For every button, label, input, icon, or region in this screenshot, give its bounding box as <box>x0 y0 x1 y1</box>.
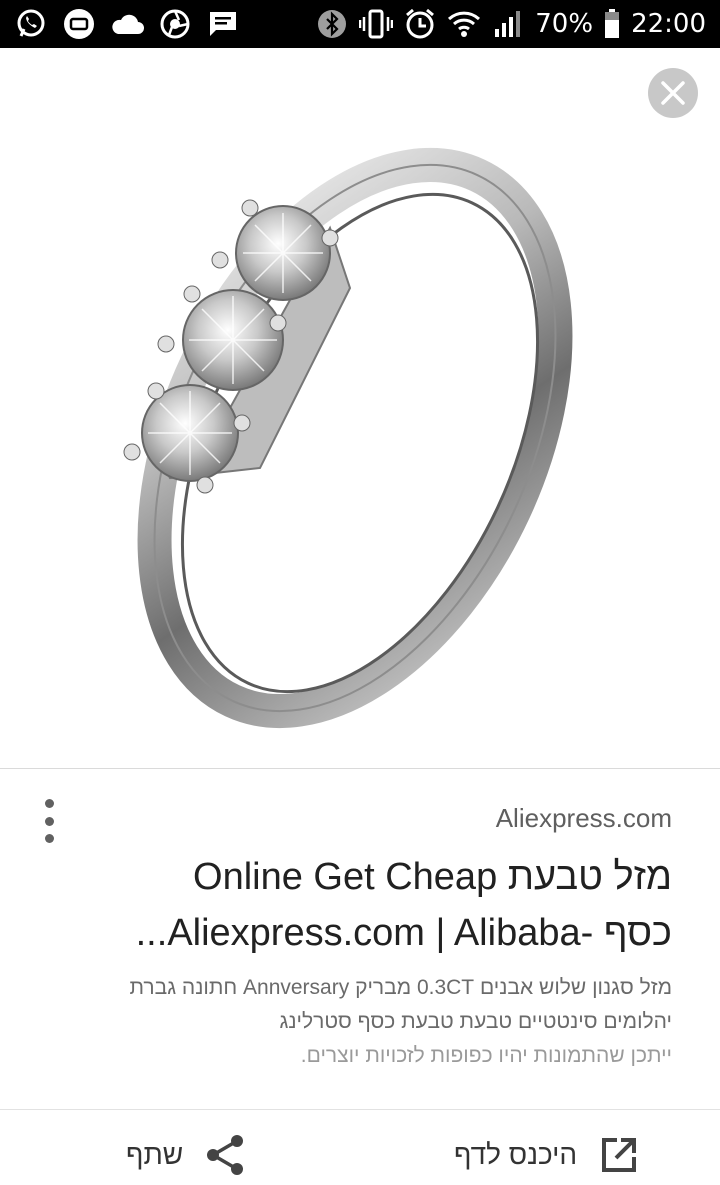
more-vert-dot <box>44 834 54 843</box>
battery-icon <box>603 7 621 41</box>
aperture-icon <box>158 7 192 41</box>
cloud-icon <box>110 7 144 41</box>
bluetooth-icon <box>315 7 349 41</box>
share-icon <box>207 1135 244 1175</box>
battery-percent: 70% <box>535 9 594 39</box>
divider <box>0 1109 720 1110</box>
result-card: Aliexpress.com מזל טבעת Online Get Cheap… <box>0 768 720 1185</box>
share-button[interactable]: שתף <box>126 1131 245 1179</box>
copyright-notice: ייתכן שהתמונות יהיו כפופות לזכויות יוצרי… <box>300 1044 672 1067</box>
vibrate-icon <box>359 7 394 41</box>
image-preview[interactable] <box>0 48 720 768</box>
more-vert-icon <box>44 799 54 808</box>
result-title-line[interactable]: כסף -Aliexpress.com | Alibaba... <box>72 905 672 961</box>
message-icon <box>206 7 240 41</box>
alarm-icon <box>403 7 437 41</box>
snippet-line: יהלומים סינטטיים טבעת טבעת כסף סטרלינג <box>279 1010 672 1033</box>
signal-icon <box>491 7 525 41</box>
close-button[interactable] <box>648 68 698 118</box>
open-in-new-icon <box>602 1138 637 1172</box>
result-title-line[interactable]: מזל טבעת Online Get Cheap <box>72 849 672 905</box>
ring-image <box>123 147 573 729</box>
status-bar-system: 70% 22:00 <box>315 6 706 42</box>
snippet-line: מזל סגנון שלוש אבנים 0.3CT מבריק Annvers… <box>129 976 672 999</box>
more-options-button[interactable] <box>34 799 64 843</box>
status-bar: 70% 22:00 <box>0 0 720 48</box>
visit-page-button[interactable]: היכנס לדף <box>454 1131 639 1179</box>
result-source[interactable]: Aliexpress.com <box>496 803 672 834</box>
visit-page-label: היכנס לדף <box>454 1139 578 1170</box>
close-icon <box>661 81 685 105</box>
app-badge-icon <box>62 7 96 41</box>
share-label: שתף <box>126 1139 184 1170</box>
result-title[interactable]: מזל טבעת Online Get Cheap כסף -Aliexpres… <box>72 849 672 961</box>
wifi-icon <box>447 7 481 41</box>
result-snippet: מזל סגנון שלוש אבנים 0.3CT מבריק Annvers… <box>32 971 672 1073</box>
clock: 22:00 <box>631 9 706 39</box>
more-vert-dot <box>44 816 54 826</box>
whatsapp-icon <box>14 7 48 41</box>
status-bar-notifications <box>14 6 240 42</box>
